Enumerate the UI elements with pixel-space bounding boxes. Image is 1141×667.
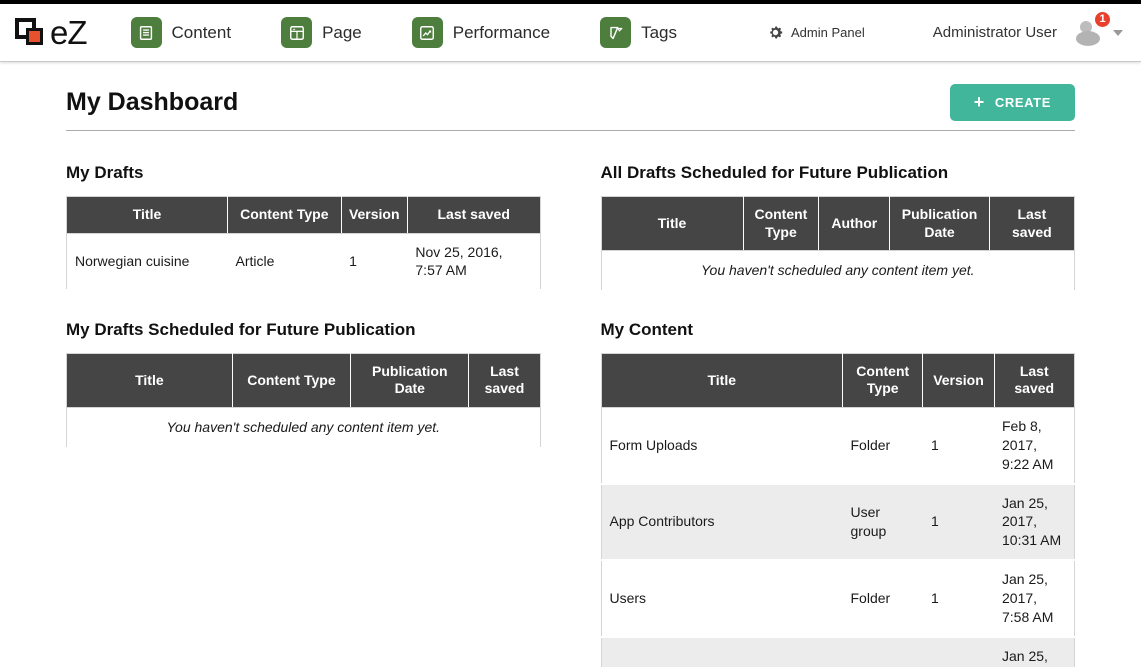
- user-avatar-icon[interactable]: 1: [1071, 17, 1105, 49]
- empty-table-row: You haven't scheduled any content item y…: [601, 251, 1075, 291]
- column-header: Title: [67, 353, 233, 407]
- column-header: Title: [67, 197, 228, 234]
- ez-logo-icon: [14, 16, 50, 50]
- table-row[interactable]: App ContributorsUser group1Jan 25, 2017,…: [601, 484, 1075, 561]
- table-cell: User group: [843, 484, 923, 561]
- page-title: My Dashboard: [66, 88, 238, 117]
- my-content-table: TitleContent TypeVersionLast savedForm U…: [601, 353, 1076, 667]
- section-title-my-drafts: My Drafts: [66, 163, 541, 183]
- nav-item-content[interactable]: Content: [131, 17, 232, 48]
- avatar-torso: [1076, 31, 1100, 46]
- section-title-all-drafts-scheduled: All Drafts Scheduled for Future Publicat…: [601, 163, 1076, 183]
- empty-message: You haven't scheduled any content item y…: [67, 407, 541, 447]
- table-header-row: TitleContent TypeVersionLast saved: [601, 353, 1075, 407]
- section-title-my-content: My Content: [601, 320, 1076, 340]
- column-header: Content Type: [227, 197, 341, 234]
- table-row[interactable]: Form UploadsFolder1Feb 8, 2017, 9:22 AM: [601, 407, 1075, 483]
- nav-label-page: Page: [322, 23, 362, 43]
- table-header-row: TitleContent TypeVersionLast saved: [67, 197, 541, 234]
- page-header: My Dashboard + CREATE: [66, 84, 1075, 131]
- content-icon: [131, 17, 162, 48]
- empty-table-row: You haven't scheduled any content item y…: [67, 407, 541, 447]
- table-cell: Jan 25, 2017, 7:55 AM: [994, 637, 1075, 667]
- ez-logo-text: eZ: [50, 16, 87, 49]
- section-title-my-drafts-scheduled: My Drafts Scheduled for Future Publicati…: [66, 320, 541, 340]
- table-header-row: TitleContent TypePublication DateLast sa…: [67, 353, 541, 407]
- column-header: Content Type: [843, 353, 923, 407]
- table-header-row: TitleContent TypeAuthorPublication DateL…: [601, 197, 1075, 251]
- table-cell: 1: [341, 233, 407, 290]
- dashboard-grid: My Drafts TitleContent TypeVersionLast s…: [66, 163, 1075, 667]
- tags-icon: [600, 17, 631, 48]
- column-header: Version: [923, 353, 994, 407]
- page-icon: [281, 17, 312, 48]
- table-cell: 1: [923, 560, 994, 637]
- column-header: Last saved: [407, 197, 540, 234]
- caret-down-icon[interactable]: [1113, 30, 1123, 36]
- column-header: Version: [341, 197, 407, 234]
- nav-label-content: Content: [172, 23, 232, 43]
- table-cell: Folder: [843, 560, 923, 637]
- column-header: Last saved: [989, 197, 1074, 251]
- notification-badge[interactable]: 1: [1093, 10, 1112, 29]
- column-header: Author: [819, 197, 890, 251]
- column-header: Last saved: [469, 353, 540, 407]
- plus-icon: +: [974, 96, 985, 109]
- table-cell: 1: [923, 407, 994, 483]
- nav-item-performance[interactable]: Performance: [412, 17, 550, 48]
- section-my-drafts: My Drafts TitleContent TypeVersionLast s…: [66, 163, 541, 291]
- table-cell: Feb 8, 2017, 9:22 AM: [994, 407, 1075, 483]
- nav-label-performance: Performance: [453, 23, 550, 43]
- ez-logo-orange-square: [26, 28, 43, 45]
- table-row[interactable]: AppFolder1Jan 25, 2017, 7:55 AM: [601, 637, 1075, 667]
- nav-label-tags: Tags: [641, 23, 677, 43]
- column-header: Publication Date: [890, 197, 989, 251]
- empty-message: You haven't scheduled any content item y…: [601, 251, 1075, 291]
- column-header: Content Type: [743, 197, 819, 251]
- table-cell: Jan 25, 2017, 7:58 AM: [994, 560, 1075, 637]
- section-my-content: My Content TitleContent TypeVersionLast …: [601, 320, 1076, 667]
- create-button[interactable]: + CREATE: [950, 84, 1075, 121]
- table-cell: Norwegian cuisine: [67, 233, 228, 290]
- column-header: Title: [601, 197, 743, 251]
- section-my-drafts-scheduled: My Drafts Scheduled for Future Publicati…: [66, 320, 541, 449]
- ez-logo[interactable]: eZ: [14, 16, 87, 50]
- user-area: Administrator User 1: [933, 17, 1123, 49]
- table-cell: Nov 25, 2016, 7:57 AM: [407, 233, 540, 290]
- table-cell: Users: [601, 560, 843, 637]
- main-nav: Content Page Performance: [131, 17, 728, 48]
- column-header: Last saved: [994, 353, 1075, 407]
- dashboard-content: My Dashboard + CREATE My Drafts TitleCon…: [0, 84, 1141, 667]
- top-navigation-bar: eZ Content Pag: [0, 0, 1141, 62]
- table-cell: 1: [923, 637, 994, 667]
- table-cell: App Contributors: [601, 484, 843, 561]
- my-drafts-scheduled-table: TitleContent TypePublication DateLast sa…: [66, 353, 541, 449]
- table-cell: 1: [923, 484, 994, 561]
- table-cell: Folder: [843, 407, 923, 483]
- performance-icon: [412, 17, 443, 48]
- create-button-label: CREATE: [995, 95, 1051, 110]
- user-name: Administrator User: [933, 24, 1057, 41]
- table-row[interactable]: Norwegian cuisineArticle1Nov 25, 2016, 7…: [67, 233, 541, 290]
- table-cell: Jan 25, 2017, 10:31 AM: [994, 484, 1075, 561]
- admin-panel-label: Admin Panel: [791, 25, 865, 40]
- all-drafts-scheduled-table: TitleContent TypeAuthorPublication DateL…: [601, 196, 1076, 292]
- table-cell: Folder: [843, 637, 923, 667]
- section-all-drafts-scheduled: All Drafts Scheduled for Future Publicat…: [601, 163, 1076, 292]
- column-header: Content Type: [232, 353, 350, 407]
- column-header: Title: [601, 353, 843, 407]
- column-header: Publication Date: [351, 353, 469, 407]
- table-cell: Form Uploads: [601, 407, 843, 483]
- admin-panel-button[interactable]: Admin Panel: [767, 24, 865, 41]
- table-cell: App: [601, 637, 843, 667]
- my-drafts-table: TitleContent TypeVersionLast savedNorweg…: [66, 196, 541, 291]
- nav-item-tags[interactable]: Tags: [600, 17, 677, 48]
- nav-item-page[interactable]: Page: [281, 17, 362, 48]
- table-cell: Article: [227, 233, 341, 290]
- gear-icon: [767, 24, 784, 41]
- table-row[interactable]: UsersFolder1Jan 25, 2017, 7:58 AM: [601, 560, 1075, 637]
